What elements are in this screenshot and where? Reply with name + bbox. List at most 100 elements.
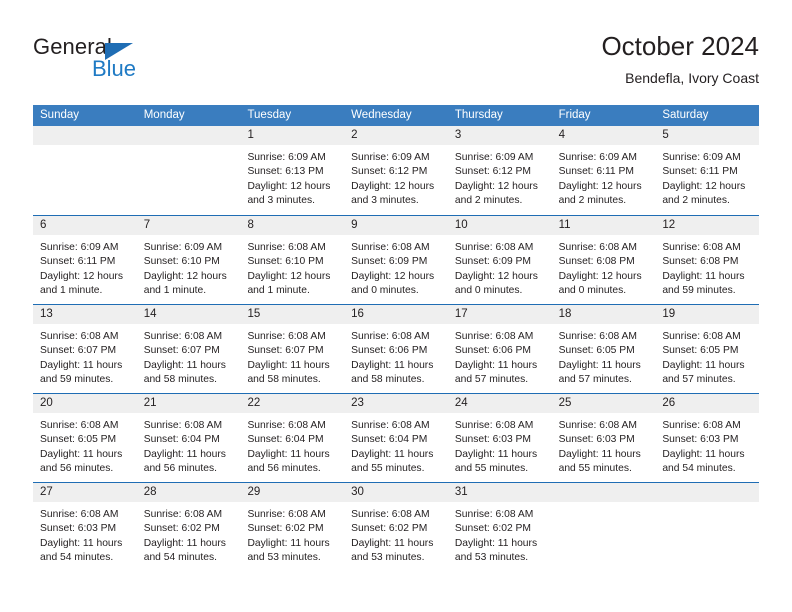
day-detail-line: Daylight: 11 hours [558,359,641,371]
day-cell-12[interactable]: 12 Sunrise: 6:08 AM Sunset: 6:08 PM Dayligh… [655,216,760,304]
day-number-band: 9 [344,216,448,235]
day-detail-line: Sunrise: 6:08 AM [558,242,638,253]
day-detail-line: Sunset: 6:12 PM [351,166,428,178]
general-blue-logo[interactable]: General Blue [33,34,233,90]
day-cell-22[interactable]: 22 Sunrise: 6:08 AM Sunset: 6:04 PM Dayligh… [240,394,345,482]
day-number: 11 [558,219,571,231]
day-detail-line: Daylight: 11 hours [454,448,538,460]
day-detail-line: and 3 minutes. [351,195,419,207]
day-number-band: 21 [136,394,241,413]
day-cell-23[interactable]: 23 Sunrise: 6:08 AM Sunset: 6:04 PM Dayligh… [344,394,448,482]
day-detail-line: and 57 minutes. [454,374,529,386]
day-cell-30[interactable]: 30 Sunrise: 6:08 AM Sunset: 6:02 PM Dayligh… [344,483,448,571]
day-detail-line: Sunrise: 6:08 AM [558,331,638,342]
day-detail-line: Daylight: 11 hours [247,448,330,460]
day-details [33,145,137,151]
day-detail-line: Sunrise: 6:08 AM [247,242,326,253]
day-detail-line: and 0 minutes. [351,285,419,297]
day-detail-line: Daylight: 12 hours [454,180,538,192]
day-detail-line: Sunrise: 6:09 AM [247,152,326,163]
day-detail-line: Sunset: 6:08 PM [558,256,635,268]
day-details: Sunrise: 6:08 AM Sunset: 6:03 PM Daylight:… [448,413,552,477]
day-detail-line: and 55 minutes. [351,463,425,475]
day-detail-line: Sunrise: 6:08 AM [662,420,741,431]
day-number: 22 [247,397,261,409]
day-cell-6[interactable]: 6 Sunrise: 6:09 AM Sunset: 6:11 PM Daylight… [33,216,137,304]
day-number: 28 [143,486,157,498]
day-detail-line: Sunset: 6:06 PM [454,345,532,357]
day-cell-29[interactable]: 29 Sunrise: 6:08 AM Sunset: 6:02 PM Dayligh… [240,483,345,571]
day-detail-line: Sunrise: 6:08 AM [351,509,430,520]
day-cell-14[interactable]: 14 Sunrise: 6:08 AM Sunset: 6:07 PM Dayligh… [136,305,241,393]
weekday-header-friday: Friday [558,109,591,121]
day-cell-empty [551,483,656,571]
day-detail-line: Daylight: 12 hours [247,180,331,192]
day-cell-empty [33,126,137,215]
day-cell-15[interactable]: 15 Sunrise: 6:08 AM Sunset: 6:07 PM Dayligh… [240,305,345,393]
day-details: Sunrise: 6:08 AM Sunset: 6:04 PM Daylight:… [240,413,344,477]
day-detail-line: Sunset: 6:02 PM [143,523,220,535]
day-detail-line: Sunrise: 6:08 AM [143,509,223,520]
day-cell-21[interactable]: 21 Sunrise: 6:08 AM Sunset: 6:04 PM Dayligh… [136,394,241,482]
day-detail-line: Sunrise: 6:08 AM [454,242,534,253]
day-cell-28[interactable]: 28 Sunrise: 6:08 AM Sunset: 6:02 PM Dayligh… [136,483,241,571]
day-details: Sunrise: 6:09 AM Sunset: 6:10 PM Daylight:… [137,235,241,299]
day-number: 1 [247,129,254,141]
day-detail-line: Sunrise: 6:08 AM [454,420,534,431]
calendar-week-row: 13 Sunrise: 6:08 AM Sunset: 6:07 PM Dayligh… [33,304,760,393]
day-cell-26[interactable]: 26 Sunrise: 6:08 AM Sunset: 6:03 PM Dayligh… [655,394,760,482]
day-detail-line: Sunrise: 6:09 AM [351,152,430,163]
day-cell-11[interactable]: 11 Sunrise: 6:08 AM Sunset: 6:08 PM Dayligh… [551,216,656,304]
day-cell-3[interactable]: 3 Sunrise: 6:09 AM Sunset: 6:12 PM Daylight… [447,126,552,215]
day-cell-1[interactable]: 1 Sunrise: 6:09 AM Sunset: 6:13 PM Daylight… [240,126,345,215]
day-details: Sunrise: 6:08 AM Sunset: 6:02 PM Daylight:… [137,502,241,566]
day-cell-17[interactable]: 17 Sunrise: 6:08 AM Sunset: 6:06 PM Dayligh… [447,305,552,393]
day-details: Sunrise: 6:08 AM Sunset: 6:07 PM Daylight:… [240,324,344,388]
day-cell-19[interactable]: 19 Sunrise: 6:08 AM Sunset: 6:05 PM Dayligh… [655,305,760,393]
day-cell-31[interactable]: 31 Sunrise: 6:08 AM Sunset: 6:02 PM Dayligh… [447,483,552,571]
day-detail-line: Sunset: 6:11 PM [662,166,738,178]
day-detail-line: Daylight: 11 hours [558,448,641,460]
day-detail-line: Sunset: 6:03 PM [558,434,635,446]
day-cell-20[interactable]: 20 Sunrise: 6:08 AM Sunset: 6:05 PM Dayligh… [33,394,137,482]
day-cell-16[interactable]: 16 Sunrise: 6:08 AM Sunset: 6:06 PM Dayligh… [344,305,448,393]
day-cell-27[interactable]: 27 Sunrise: 6:08 AM Sunset: 6:03 PM Dayligh… [33,483,137,571]
calendar-week-row: 20 Sunrise: 6:08 AM Sunset: 6:05 PM Dayligh… [33,393,760,482]
day-cell-8[interactable]: 8 Sunrise: 6:08 AM Sunset: 6:10 PM Daylight… [240,216,345,304]
day-number: 15 [247,308,261,320]
day-detail-line: Daylight: 11 hours [40,359,123,371]
day-detail-line: Sunrise: 6:08 AM [40,509,119,520]
day-detail-line: Sunset: 6:02 PM [247,523,324,535]
day-cell-2[interactable]: 2 Sunrise: 6:09 AM Sunset: 6:12 PM Daylight… [344,126,448,215]
day-detail-line: Daylight: 12 hours [247,270,331,282]
day-detail-line: Sunset: 6:09 PM [351,256,428,268]
day-number: 30 [351,486,364,498]
day-cell-7[interactable]: 7 Sunrise: 6:09 AM Sunset: 6:10 PM Daylight… [136,216,241,304]
day-detail-line: and 58 minutes. [351,374,425,386]
day-number-band: 2 [344,126,448,145]
day-detail-line: and 0 minutes. [558,285,627,297]
weekday-header-wednesday: Wednesday [351,109,412,121]
day-detail-line: Daylight: 11 hours [351,448,434,460]
day-cell-4[interactable]: 4 Sunrise: 6:09 AM Sunset: 6:11 PM Daylight… [551,126,656,215]
day-cell-18[interactable]: 18 Sunrise: 6:08 AM Sunset: 6:05 PM Dayligh… [551,305,656,393]
day-detail-line: Sunset: 6:10 PM [247,256,324,268]
day-cell-24[interactable]: 24 Sunrise: 6:08 AM Sunset: 6:03 PM Dayligh… [447,394,552,482]
day-number-band [655,483,760,502]
day-detail-line: Sunset: 6:13 PM [247,166,324,178]
day-details [137,145,241,151]
page-title: October 2024 [601,31,759,61]
day-cell-13[interactable]: 13 Sunrise: 6:08 AM Sunset: 6:07 PM Dayligh… [33,305,137,393]
day-detail-line: Sunset: 6:05 PM [40,434,117,446]
day-number-band: 7 [136,216,241,235]
day-number: 27 [40,486,53,498]
day-number-band: 27 [33,483,137,502]
logo-text-blue: Blue [92,56,137,81]
day-details: Sunrise: 6:08 AM Sunset: 6:03 PM Daylight:… [552,413,656,477]
day-cell-9[interactable]: 9 Sunrise: 6:08 AM Sunset: 6:09 PM Daylight… [344,216,448,304]
day-number: 6 [40,219,47,231]
weekday-header-tuesday: Tuesday [247,109,292,121]
day-cell-5[interactable]: 5 Sunrise: 6:09 AM Sunset: 6:11 PM Daylight… [655,126,760,215]
day-cell-25[interactable]: 25 Sunrise: 6:08 AM Sunset: 6:03 PM Dayligh… [551,394,656,482]
day-cell-10[interactable]: 10 Sunrise: 6:08 AM Sunset: 6:09 PM Dayligh… [447,216,552,304]
